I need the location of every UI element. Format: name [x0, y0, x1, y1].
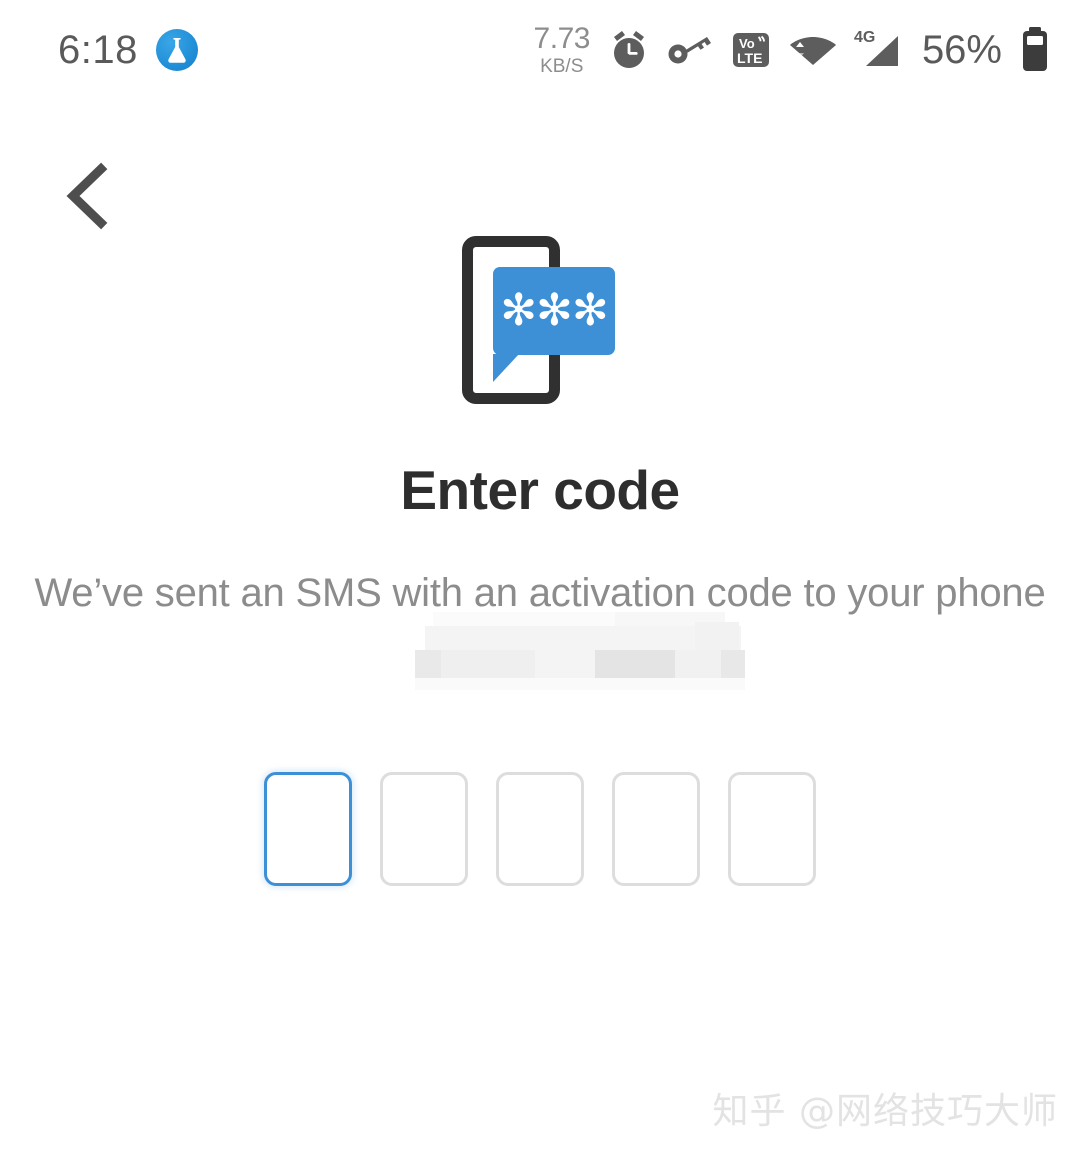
phone-screen: 6:18 7.73 KB/S Vo LTE 4G 56% ✻✻✻ Enter c…: [0, 0, 1080, 1154]
svg-text:LTE: LTE: [737, 50, 762, 66]
subtitle-text: We’ve sent an SMS with an activation cod…: [34, 571, 1046, 615]
vpn-key-icon: [668, 37, 711, 64]
otp-digit-5[interactable]: [728, 772, 816, 886]
asterisks-label: ✻✻✻: [500, 285, 609, 336]
phone-number-label: +86: [506, 628, 574, 672]
illustration-inner: ✻✻✻: [460, 228, 620, 408]
alarm-icon: [613, 31, 644, 68]
flask-icon: [155, 29, 198, 71]
cellular-4g-icon: 4G: [854, 29, 898, 66]
wifi-icon: [789, 37, 836, 65]
speech-bubble-tail: [493, 354, 519, 382]
sms-code-illustration: ✻✻✻: [0, 228, 1080, 414]
status-bar: 6:18 7.73 KB/S Vo LTE 4G 56%: [0, 0, 1080, 100]
otp-input-group[interactable]: [264, 772, 820, 886]
network-speed-unit: KB/S: [540, 56, 584, 77]
otp-digit-2[interactable]: [380, 772, 468, 886]
network-speed-value: 7.73: [533, 22, 591, 55]
otp-digit-1[interactable]: [264, 772, 352, 886]
otp-digit-4[interactable]: [612, 772, 700, 886]
page-title: Enter code: [400, 459, 680, 521]
status-bar-right: 7.73 KB/S Vo LTE 4G 56%: [534, 24, 1052, 76]
network-speed-indicator: 7.73 KB/S: [533, 22, 591, 77]
svg-text:4G: 4G: [854, 29, 875, 46]
battery-percent-label: 56%: [921, 27, 1002, 72]
volte-icon: Vo LTE: [732, 33, 769, 67]
battery-icon: [1023, 27, 1047, 71]
svg-text:Vo: Vo: [739, 36, 755, 51]
otp-digit-3[interactable]: [496, 772, 584, 886]
status-bar-left: 6:18: [58, 28, 198, 73]
back-chevron-icon: [66, 162, 108, 230]
status-clock: 6:18: [58, 27, 138, 72]
watermark: 知乎 @网络技巧大师: [712, 1091, 1058, 1132]
